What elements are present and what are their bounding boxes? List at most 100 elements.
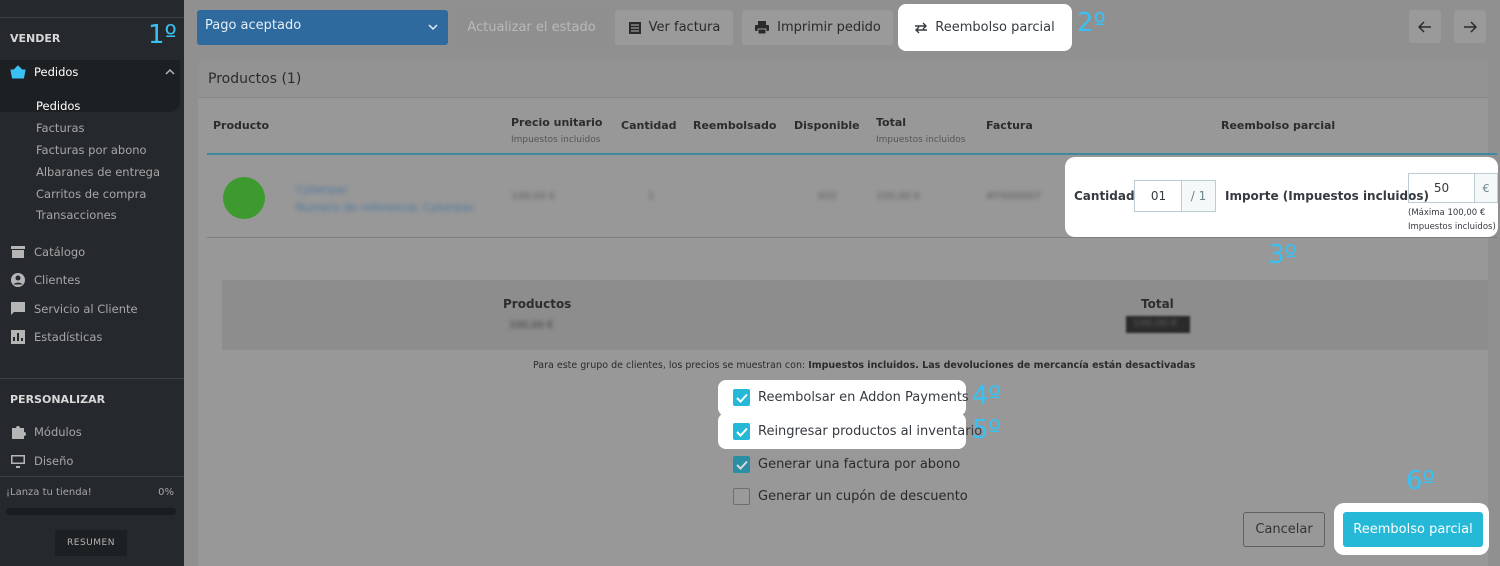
update-status-button[interactable]: Actualizar el estado [457, 10, 606, 45]
refund-amount-help-line2: Impuestos incluidos) [1408, 222, 1496, 232]
sidebar-item-modules[interactable]: Módulos [10, 424, 82, 440]
shopping-basket-icon [10, 65, 26, 79]
check-icon [735, 460, 748, 470]
puzzle-icon [12, 426, 26, 439]
product-info[interactable]: Cyberpac Numero de referencia: Cyberpac [296, 181, 475, 217]
step-6-annotation: 6º [1406, 466, 1435, 496]
summary-total-value: 100,00 € [1133, 318, 1178, 329]
order-status-select[interactable]: Pago aceptado [197, 10, 448, 45]
refund-addon-label: Reembolsar en Addon Payments [758, 390, 969, 405]
products-title: Productos (1) [208, 71, 302, 87]
sidebar-item-label: Clientes [34, 273, 81, 287]
previous-order-button[interactable] [1409, 10, 1441, 43]
arrow-left-icon [1418, 20, 1431, 33]
column-available: Disponible [794, 119, 860, 132]
refund-amount-label: Importe (Impuestos incluidos) [1225, 189, 1429, 203]
launch-progress-label: ¡Lanza tu tienda! [6, 487, 92, 498]
sidebar-divider [0, 476, 184, 477]
column-unit-price-sub: Impuestos incluidos [511, 135, 601, 145]
credit-slip-checkbox[interactable]: Generar una factura por abono [733, 456, 960, 473]
partial-refund-button[interactable]: Reembolso parcial [904, 10, 1065, 45]
chevron-up-icon[interactable] [165, 68, 175, 76]
product-reference: Numero de referencia: Cyberpac [296, 201, 476, 214]
refund-amount-help-line1: (Máxima 100,00 € [1408, 208, 1486, 218]
sidebar-item-label: Estadísticas [34, 330, 103, 344]
product-unit-price: 100,00 € [511, 191, 556, 202]
refund-amount-input[interactable]: 50 [1408, 173, 1475, 203]
swap-arrows-icon [915, 22, 928, 33]
voucher-checkbox[interactable]: Generar un cupón de descuento [733, 488, 968, 505]
sidebar-item-label: Módulos [34, 425, 82, 439]
column-quantity: Cantidad [621, 119, 677, 132]
summary-products-label: Productos [503, 297, 572, 311]
sidebar-section-customize: PERSONALIZAR [10, 393, 106, 406]
step-1-annotation: 1º [148, 20, 177, 50]
summary-button[interactable]: RESUMEN [55, 530, 127, 556]
submit-partial-refund-button[interactable]: Reembolso parcial [1343, 512, 1483, 547]
print-order-button[interactable]: Imprimir pedido [742, 10, 893, 45]
sidebar-item-orders[interactable]: Pedidos [10, 64, 78, 80]
document-icon [628, 21, 641, 34]
monitor-icon [11, 455, 25, 468]
launch-progress-bar [6, 508, 176, 515]
check-icon [735, 393, 748, 403]
chat-icon [11, 302, 25, 315]
refund-quantity-max: / 1 [1181, 180, 1216, 212]
sidebar-item-label: Servicio al Cliente [34, 302, 138, 316]
next-order-button[interactable] [1454, 10, 1486, 43]
restock-checkbox[interactable]: Reingresar productos al inventario [733, 423, 982, 440]
checkbox-unchecked [733, 488, 750, 505]
credit-slip-label: Generar una factura por abono [758, 457, 961, 472]
order-summary [222, 280, 1488, 350]
product-thumbnail [223, 177, 265, 219]
checkbox-checked [733, 389, 750, 406]
sidebar: VENDER Pedidos Pedidos Facturas Facturas… [0, 0, 184, 566]
product-name: Cyberpac [296, 183, 349, 196]
tax-note: Para este grupo de clientes, los precios… [533, 360, 1195, 371]
restock-label: Reingresar productos al inventario [758, 424, 983, 439]
refund-quantity-input[interactable]: 01 [1134, 180, 1182, 212]
sidebar-subitem-transactions[interactable]: Transacciones [36, 208, 117, 222]
sidebar-item-customers[interactable]: Clientes [10, 272, 80, 288]
sidebar-subitem-credit-slips[interactable]: Facturas por abono [36, 143, 147, 157]
refund-addon-checkbox[interactable]: Reembolsar en Addon Payments [733, 389, 969, 406]
sidebar-subitem-delivery-slips[interactable]: Albaranes de entrega [36, 165, 160, 179]
partial-refund-label: Reembolso parcial [935, 20, 1055, 35]
sidebar-divider [0, 17, 184, 18]
checkbox-checked [733, 456, 750, 473]
column-product: Producto [213, 119, 270, 132]
step-2-annotation: 2º [1077, 8, 1106, 38]
print-order-label: Imprimir pedido [777, 20, 881, 35]
printer-icon [755, 20, 770, 34]
product-available: 932 [818, 191, 838, 202]
summary-products-value: 100,00 € [509, 320, 554, 331]
tax-note-prefix: Para este grupo de clientes, los precios… [533, 360, 809, 371]
sidebar-item-label: Diseño [34, 454, 74, 468]
product-invoice: #FI000007 [986, 191, 1042, 202]
product-total: 100,00 € [876, 191, 921, 202]
update-status-label: Actualizar el estado [467, 20, 596, 35]
tax-note-bold: Impuestos incluidos. Las devoluciones de… [808, 360, 1196, 371]
products-card-header: Productos (1) [198, 61, 1488, 98]
view-invoice-label: Ver factura [648, 20, 721, 35]
cancel-button[interactable]: Cancelar [1243, 512, 1325, 547]
column-total: Total [876, 116, 907, 129]
chevron-down-icon [428, 24, 438, 31]
product-quantity: 1 [648, 191, 655, 202]
currency-addon: € [1474, 173, 1498, 203]
column-partial-refund: Reembolso parcial [1221, 119, 1336, 132]
account-circle-icon [11, 273, 25, 287]
table-row-divider [207, 237, 1497, 238]
sidebar-subitem-orders[interactable]: Pedidos [36, 99, 80, 113]
column-unit-price: Precio unitario [511, 116, 603, 129]
sidebar-item-customer-service[interactable]: Servicio al Cliente [10, 301, 138, 317]
sidebar-item-design[interactable]: Diseño [10, 453, 73, 469]
order-status-value: Pago aceptado [205, 18, 302, 33]
sidebar-subitem-invoices[interactable]: Facturas [36, 121, 85, 135]
step-5-annotation: 5º [972, 415, 1001, 445]
sidebar-item-catalog[interactable]: Catálogo [10, 244, 85, 260]
sidebar-item-stats[interactable]: Estadísticas [10, 329, 102, 345]
view-invoice-button[interactable]: Ver factura [615, 10, 733, 45]
column-invoice: Factura [986, 119, 1033, 132]
sidebar-subitem-carts[interactable]: Carritos de compra [36, 187, 146, 201]
